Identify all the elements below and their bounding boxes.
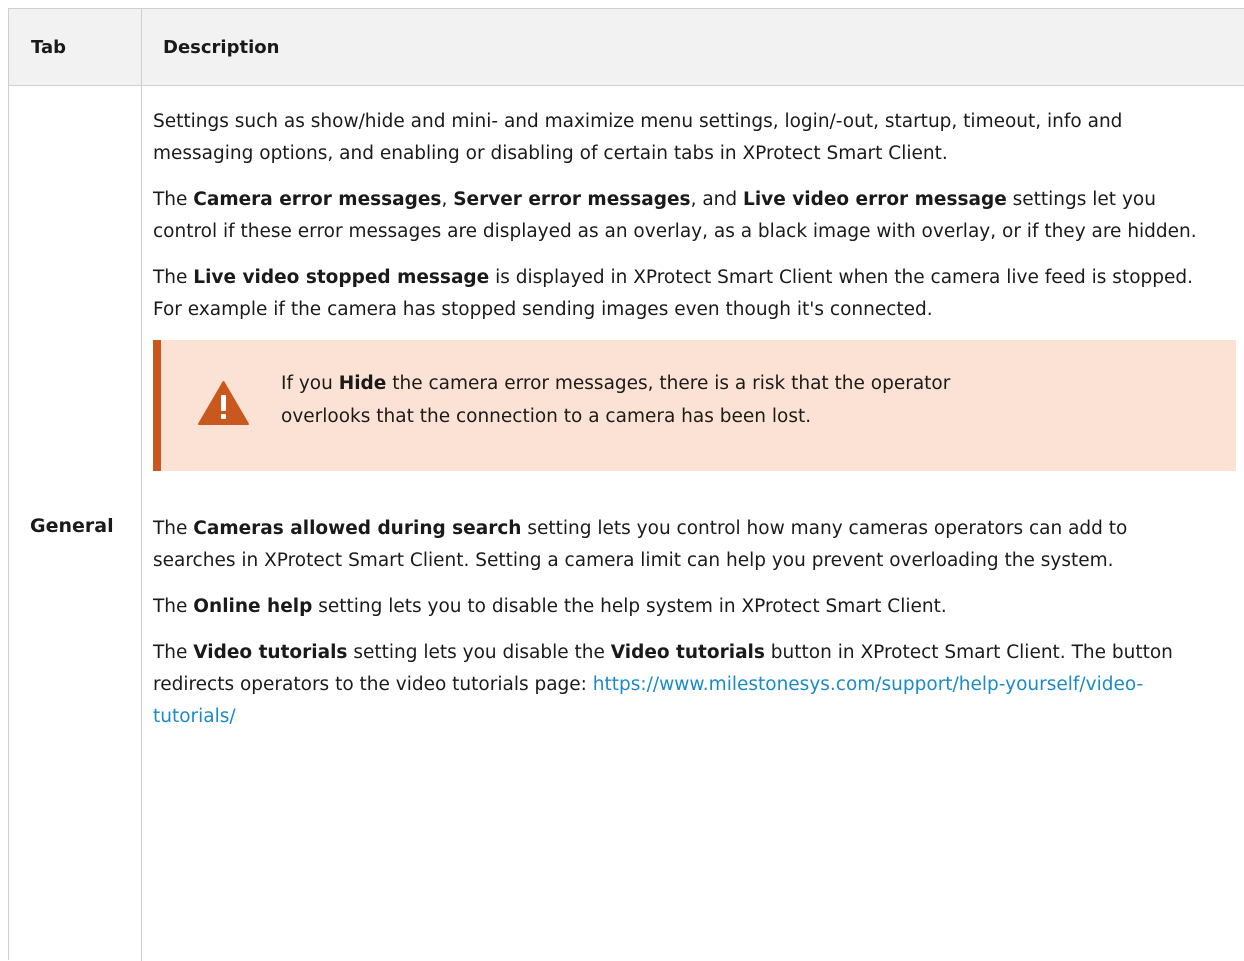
warning-triangle-icon bbox=[198, 381, 249, 425]
paragraph-general-settings: Settings such as show/hide and mini- and… bbox=[153, 111, 1123, 164]
column-divider bbox=[141, 9, 142, 961]
paragraph-cameras-allowed: The Cameras allowed during search settin… bbox=[153, 518, 1128, 571]
paragraph-video-tutorials: The Video tutorials setting lets you dis… bbox=[153, 642, 1173, 727]
tab-name-general: General bbox=[30, 515, 114, 537]
warning-text: If you Hide the camera error messages, t… bbox=[281, 373, 951, 427]
paragraph-online-help: The Online help setting lets you to disa… bbox=[153, 596, 947, 617]
header-description: Description bbox=[163, 37, 280, 58]
paragraph-live-video-stopped: The Live video stopped message is displa… bbox=[153, 267, 1194, 320]
warning-callout: If you Hide the camera error messages, t… bbox=[153, 340, 1236, 471]
header-tab: Tab bbox=[31, 37, 66, 58]
paragraph-error-messages: The Camera error messages, Server error … bbox=[153, 189, 1197, 242]
table-header-row: Tab Description bbox=[9, 9, 1244, 86]
description-cell: Settings such as show/hide and mini- and… bbox=[153, 106, 1236, 747]
